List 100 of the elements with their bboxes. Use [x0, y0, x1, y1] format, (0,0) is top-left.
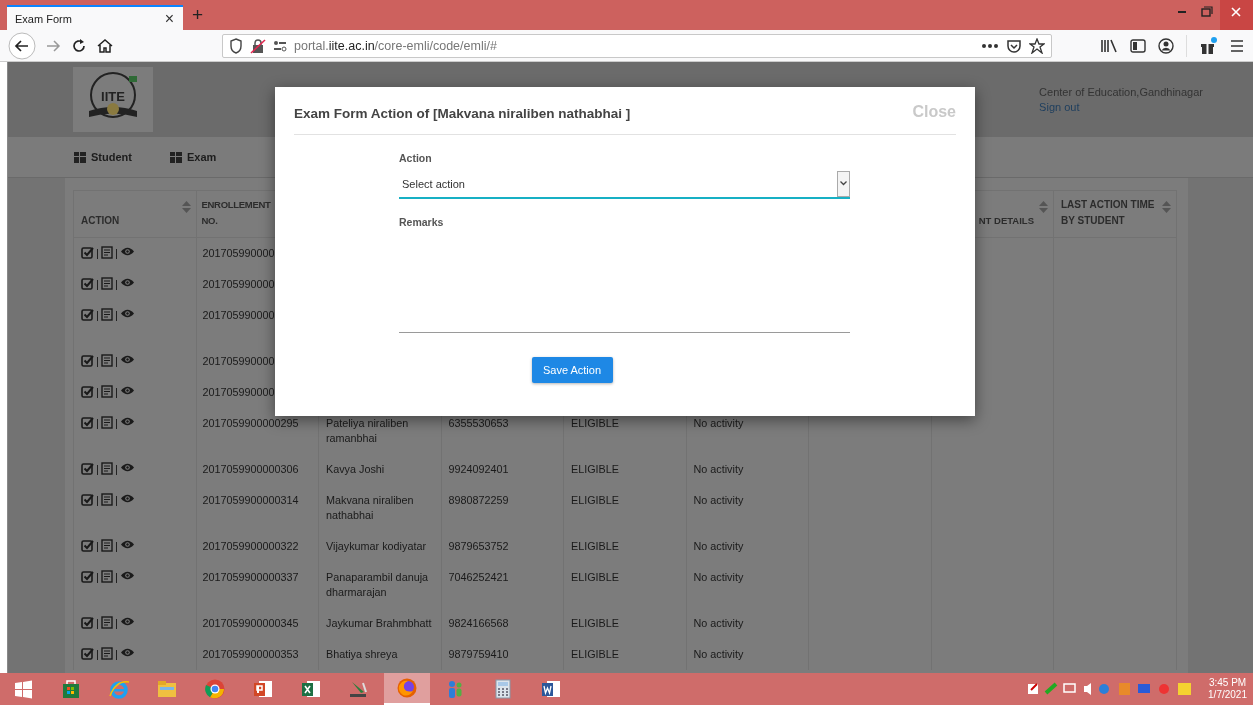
eye-icon[interactable]	[120, 647, 135, 658]
check-square-icon[interactable]	[81, 246, 94, 259]
check-square-icon[interactable]	[81, 385, 94, 398]
field-label: Action	[399, 152, 433, 164]
home-icon[interactable]	[96, 36, 114, 55]
table-cell: 9879759410	[441, 639, 564, 670]
form-icon[interactable]	[101, 493, 113, 506]
table-cell: 2017059900000306	[196, 454, 319, 485]
eye-icon[interactable]	[120, 354, 135, 365]
check-square-icon[interactable]	[81, 570, 94, 583]
field-label: Remarks	[399, 216, 445, 228]
check-square-icon[interactable]	[81, 647, 94, 660]
crossed-lock-icon[interactable]	[250, 37, 266, 54]
folder-icon	[156, 678, 178, 700]
check-square-icon[interactable]	[81, 277, 94, 290]
eye-icon[interactable]	[120, 539, 135, 550]
check-square-icon[interactable]	[81, 616, 94, 629]
table-cell: ELIGIBLE	[564, 639, 687, 670]
form-icon[interactable]	[101, 647, 113, 660]
eye-icon[interactable]	[120, 616, 135, 627]
menu-icon[interactable]	[1229, 38, 1245, 53]
eye-icon[interactable]	[120, 570, 135, 581]
table-cell: Makvana niraliben nathabhai	[319, 485, 442, 531]
check-square-icon[interactable]	[81, 416, 94, 429]
check-square-icon[interactable]	[81, 354, 94, 367]
form-icon[interactable]	[101, 462, 113, 475]
back-icon[interactable]	[8, 31, 36, 60]
sign-out-link[interactable]: Sign out	[1039, 101, 1203, 113]
powerpoint-icon	[252, 678, 274, 700]
taskbar-app-button[interactable]	[384, 673, 430, 705]
reload-icon[interactable]	[70, 36, 88, 55]
eye-icon[interactable]	[120, 493, 135, 504]
table-cell: 9824166568	[441, 608, 564, 639]
word-icon	[540, 678, 562, 700]
form-icon[interactable]	[101, 385, 113, 398]
grid-icon	[169, 151, 182, 163]
nav-menu-item[interactable]: Student	[74, 151, 132, 163]
account-icon[interactable]	[1158, 37, 1174, 54]
column-header[interactable]: ACTION	[74, 191, 197, 238]
table-cell: ELIGIBLE	[564, 531, 687, 562]
action-select[interactable]: Select action	[399, 170, 850, 199]
star-icon[interactable]	[1029, 37, 1045, 54]
table-cell: No activity	[686, 608, 809, 639]
table-cell: 8980872259	[441, 485, 564, 531]
clock-time[interactable]: 3:45 PM	[1208, 677, 1247, 689]
pocket-icon[interactable]	[1006, 37, 1022, 54]
more-dots-icon[interactable]	[981, 42, 999, 49]
gift-icon[interactable]	[1199, 36, 1217, 55]
table-cell: No activity	[686, 454, 809, 485]
check-square-icon[interactable]	[81, 493, 94, 506]
nav-menu-item[interactable]: Exam	[169, 151, 217, 163]
table-cell: Jaykumar Brahmbhatt	[319, 608, 442, 639]
form-icon[interactable]	[101, 416, 113, 429]
eye-icon[interactable]	[120, 246, 135, 257]
check-square-icon[interactable]	[81, 539, 94, 552]
table-cell: ELIGIBLE	[564, 608, 687, 639]
table-cell: 2017059900000353	[196, 639, 319, 670]
store-bag-icon	[60, 678, 82, 700]
form-icon[interactable]	[101, 570, 113, 583]
form-icon[interactable]	[101, 308, 113, 321]
table-cell: Vijaykumar kodiyatar	[319, 531, 442, 562]
address-bar[interactable]: portal.iite.ac.in/core-emli/code/emli/#	[222, 33, 1052, 58]
table-cell: ELIGIBLE	[564, 454, 687, 485]
windows-start-icon	[12, 678, 34, 700]
chevron-down-icon[interactable]	[840, 181, 847, 186]
table-cell: Kavya Joshi	[319, 454, 442, 485]
form-icon[interactable]	[101, 277, 113, 290]
permissions-icon[interactable]	[273, 39, 287, 52]
logo-text: IITE	[101, 89, 125, 104]
sidebar-icon[interactable]	[1130, 38, 1146, 53]
column-header[interactable]: LAST ACTION TIME BY STUDENT	[1054, 191, 1177, 238]
eye-icon[interactable]	[120, 277, 135, 288]
ie-browser-icon	[108, 678, 130, 700]
form-icon[interactable]	[101, 354, 113, 367]
table-cell: 9924092401	[441, 454, 564, 485]
table-cell: Panaparambil danuja dharmarajan	[319, 562, 442, 608]
table-cell: 2017059900000314	[196, 485, 319, 531]
eye-icon[interactable]	[120, 308, 135, 319]
library-icon[interactable]	[1100, 37, 1118, 54]
table-cell: No activity	[686, 639, 809, 670]
check-square-icon[interactable]	[81, 462, 94, 475]
table-cell: 9879653752	[441, 531, 564, 562]
form-icon[interactable]	[101, 539, 113, 552]
calculator-icon	[492, 678, 514, 700]
save-action-button[interactable]: Save Action	[531, 357, 613, 383]
table-cell: No activity	[686, 531, 809, 562]
table-cell: 7046252421	[441, 562, 564, 608]
form-icon[interactable]	[101, 246, 113, 259]
close-tab-button[interactable]: ×	[161, 9, 177, 28]
tab-title[interactable]: Exam Form	[15, 12, 72, 25]
eye-icon[interactable]	[120, 385, 135, 396]
new-tab-button[interactable]: +	[189, 5, 207, 25]
eye-icon[interactable]	[120, 416, 135, 427]
shield-icon[interactable]	[229, 37, 243, 54]
form-icon[interactable]	[101, 616, 113, 629]
check-square-icon[interactable]	[81, 308, 94, 321]
table-cell: 2017059900000345	[196, 608, 319, 639]
eye-icon[interactable]	[120, 462, 135, 473]
close-icon[interactable]	[1220, 0, 1253, 30]
clock-date[interactable]: 1/7/2021	[1208, 689, 1247, 701]
